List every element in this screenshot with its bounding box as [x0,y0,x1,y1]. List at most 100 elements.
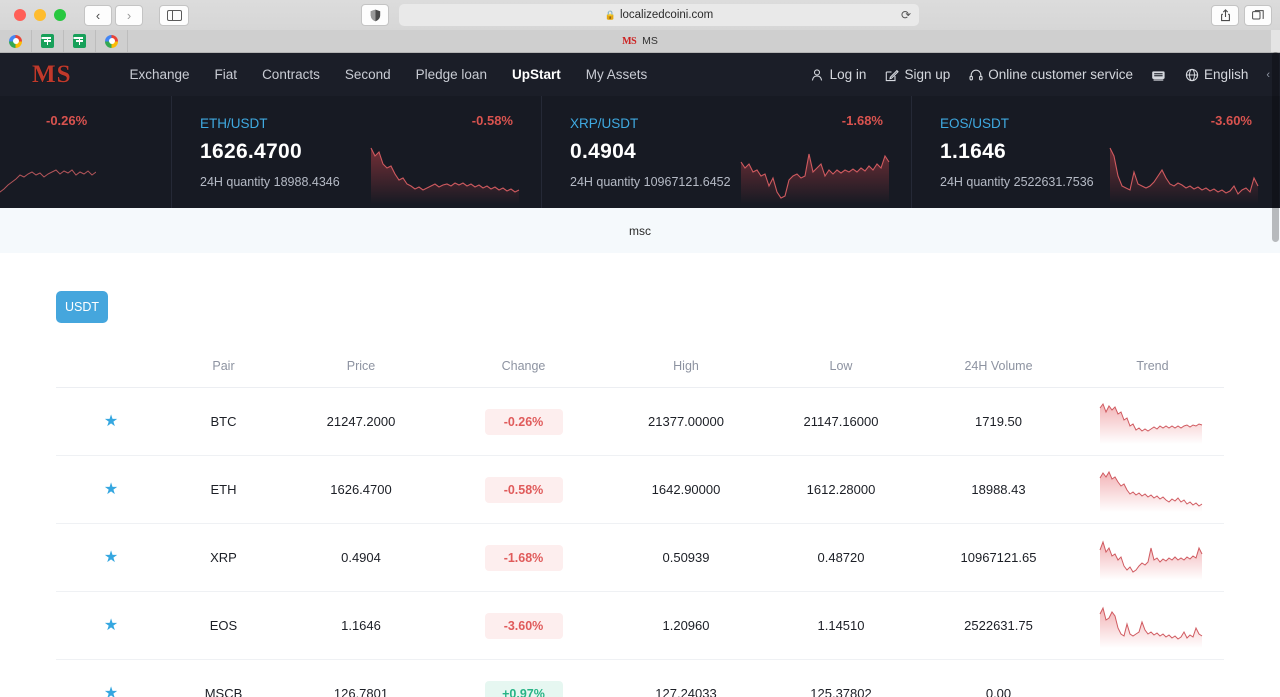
table-row[interactable]: ★ BTC 21247.2000 -0.26% 21377.00000 2114… [56,387,1224,456]
market-tab-usdt[interactable]: USDT [56,291,108,323]
favorite-star-cell[interactable]: ★ [56,387,166,456]
star-icon[interactable]: ★ [104,549,118,566]
cell-low: 1612.28000 [766,455,916,524]
maximize-window-button[interactable] [54,9,66,21]
favorite-star-cell[interactable]: ★ [56,659,166,697]
change-badge: -1.68% [484,544,563,571]
close-window-button[interactable] [14,9,26,21]
signup-button[interactable]: Sign up [884,67,950,82]
signup-label: Sign up [904,67,951,82]
tab-favicon: MS [622,35,637,47]
cell-pair: ETH [166,455,281,524]
star-icon[interactable]: ★ [104,413,118,430]
cell-low: 21147.16000 [766,387,916,456]
nav-item-my-assets[interactable]: My Assets [586,67,648,82]
user-icon [810,67,825,82]
nav-item-upstart[interactable]: UpStart [512,67,561,82]
column-header-low[interactable]: Low [766,347,916,388]
column-header-pair[interactable]: Pair [166,347,281,388]
cell-price: 1626.4700 [281,455,441,524]
bookmark-google-2[interactable] [96,30,128,52]
ticker-item-eth[interactable]: ETH/USDT 1626.4700 24H quantity 18988.43… [172,96,542,208]
cell-high: 21377.00000 [606,387,766,456]
chevron-left-icon[interactable]: ‹ [1266,69,1270,81]
active-browser-tab[interactable]: MS MS [622,30,658,52]
ticker-sparkline [1109,147,1259,204]
cell-volume: 18988.43 [916,455,1081,524]
table-row[interactable]: ★ ETH 1626.4700 -0.58% 1642.90000 1612.2… [56,455,1224,524]
cell-high: 127.24033 [606,659,766,697]
change-badge: -0.26% [484,408,563,435]
google-icon [9,34,22,48]
google-icon [105,34,118,48]
new-tab-overview-button[interactable] [1244,4,1272,26]
nav-item-exchange[interactable]: Exchange [130,67,190,82]
cell-change: -0.26% [441,387,606,456]
trend-sparkline [1099,402,1202,444]
cell-price: 1.1646 [281,591,441,660]
nav-item-contracts[interactable]: Contracts [262,67,320,82]
nav-item-second[interactable]: Second [345,67,391,82]
trend-sparkline [1099,539,1202,580]
cell-volume: 10967121.65 [916,523,1081,592]
download-app-button[interactable] [1151,67,1166,82]
column-header-high[interactable]: High [606,347,766,388]
market-tabs: USDT [0,291,1280,323]
column-header-volume[interactable]: 24H Volume [916,347,1081,388]
language-label: English [1204,67,1249,82]
cell-change: -3.60% [441,591,606,660]
ticker-item-partial[interactable]: -0.26% [0,96,172,208]
cell-trend [1081,591,1224,660]
address-text-group: 🔒 localizedcoini.com [605,9,714,21]
nav-item-fiat[interactable]: Fiat [215,67,238,82]
ticker-sparkline [370,147,520,204]
column-header-price[interactable]: Price [281,347,441,388]
table-row[interactable]: ★ MSCB 126.7801 +0.97% 127.24033 125.378… [56,659,1224,697]
language-selector[interactable]: English [1184,67,1248,82]
back-button[interactable]: ‹ [84,4,112,26]
url-text: localizedcoini.com [619,9,714,21]
forward-button[interactable]: › [115,4,143,26]
bookmark-sheets-2[interactable] [64,30,96,52]
cell-pair: BTC [166,387,281,456]
window-controls[interactable] [14,9,66,21]
favorite-star-cell[interactable]: ★ [56,591,166,660]
star-icon[interactable]: ★ [104,685,118,697]
minimize-window-button[interactable] [34,9,46,21]
customer-service-button[interactable]: Online customer service [968,67,1133,82]
favorite-star-cell[interactable]: ★ [56,455,166,524]
page-scrollbar-thumb[interactable] [1272,52,1279,242]
ticker-item-xrp[interactable]: XRP/USDT 0.4904 24H quantity 10967121.64… [542,96,912,208]
reload-icon[interactable]: ⟳ [901,8,911,22]
bookmarks-bar[interactable] [0,30,128,52]
column-header-change[interactable]: Change [441,347,606,388]
share-button[interactable] [1211,4,1239,26]
sidebar-toggle-button[interactable] [159,4,189,26]
ticker-item-eos[interactable]: EOS/USDT 1.1646 24H quantity 2522631.753… [912,96,1280,208]
privacy-report-button[interactable] [361,4,389,26]
login-button[interactable]: Log in [810,67,866,82]
tabstrip-scroll-filler [1271,30,1280,52]
page-scrollbar[interactable] [1271,52,1280,697]
table-row[interactable]: ★ XRP 0.4904 -1.68% 0.50939 0.48720 1096… [56,523,1224,592]
nav-item-pledge-loan[interactable]: Pledge loan [416,67,487,82]
cell-trend [1081,455,1224,524]
ticker-change: -0.26% [46,113,88,128]
bookmark-sheets-1[interactable] [32,30,64,52]
cell-trend [1081,387,1224,456]
table-row[interactable]: ★ EOS 1.1646 -3.60% 1.20960 1.14510 2522… [56,591,1224,660]
sheets-icon [73,34,86,48]
tabs-icon [1252,10,1264,20]
star-icon[interactable]: ★ [104,617,118,634]
cell-low: 1.14510 [766,591,916,660]
star-icon[interactable]: ★ [104,481,118,498]
change-badge: -3.60% [484,612,563,639]
bookmark-google-1[interactable] [0,30,32,52]
navigation-arrows[interactable]: ‹ › [84,4,143,26]
market-table-head: Pair Price Change High Low 24H Volume Tr… [56,347,1224,388]
cell-pair: XRP [166,523,281,592]
address-bar[interactable]: 🔒 localizedcoini.com ⟳ [399,4,919,26]
favorite-star-cell[interactable]: ★ [56,523,166,592]
tab-title: MS [642,35,658,47]
site-logo[interactable]: MS [32,61,72,89]
